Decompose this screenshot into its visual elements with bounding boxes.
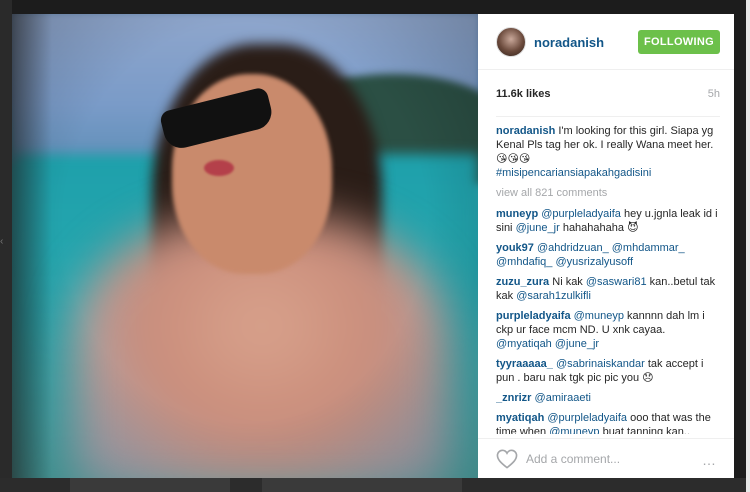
comment-text: hahahahaha [559, 222, 628, 234]
comment-username[interactable]: myatiqah [496, 412, 544, 424]
background-thumbnail [262, 478, 462, 492]
comment-item: youk97 @ahdridzuan_ @mhdammar_ @mhdafiq_… [496, 241, 722, 269]
post-meta: 11.6k likes 5h [496, 88, 720, 104]
comment-username[interactable]: youk97 [496, 242, 534, 254]
divider [496, 116, 720, 117]
overlay-backdrop-bottom [0, 478, 750, 492]
comment-mention[interactable]: @saswari81 [586, 276, 647, 288]
photo-edge-shadow [12, 14, 52, 478]
comment-item: purpleladyaifa @muneyp kannnn dah lm i c… [496, 309, 722, 351]
add-comment-input[interactable] [526, 449, 686, 469]
comment-username[interactable]: tyyraaaaa_ [496, 358, 553, 370]
comment-mention[interactable]: @sabrinaiskandar [556, 358, 645, 370]
comment-mention[interactable]: @purpleladyaifa [547, 412, 627, 424]
comment-text: buat tanning kan.. [599, 426, 691, 434]
comment-mention[interactable]: @sarah1zulkifli [516, 290, 591, 302]
background-thumbnail [70, 478, 230, 492]
ellipsis-icon[interactable]: … [702, 453, 717, 467]
post-author-username[interactable]: noradanish [534, 35, 604, 50]
comment-item: myatiqah @purpleladyaifa ooo that was th… [496, 411, 722, 434]
comment-mention[interactable]: @mhdafiq_ [496, 256, 552, 268]
comment-item: tyyraaaaa_ @sabrinaiskandar tak accept i… [496, 357, 722, 385]
comment-mention[interactable]: @june_jr [516, 222, 560, 234]
overlay-backdrop-right [746, 0, 750, 492]
comment-mention[interactable]: @purpleladyaifa [541, 208, 621, 220]
post-photo[interactable] [12, 14, 478, 478]
comment-username[interactable]: _znrizr [496, 392, 531, 404]
comment-mention[interactable]: @june_jr [555, 338, 599, 350]
view-all-comments-link[interactable]: view all 821 comments [496, 186, 722, 200]
comment-username[interactable]: purpleladyaifa [496, 310, 571, 322]
caption: noradanish I'm looking for this girl. Si… [496, 124, 722, 180]
photo-vignette [12, 14, 478, 478]
comment-mention[interactable]: @muneyp [549, 426, 599, 434]
post-header: noradanish FOLLOWING [478, 14, 734, 70]
post-footer: … [478, 438, 734, 478]
comments-list: noradanish I'm looking for this girl. Si… [496, 124, 722, 434]
comment-item: muneyp @purpleladyaifa hey u.jgnla leak … [496, 207, 722, 235]
comment-mention[interactable]: @mhdammar_ [612, 242, 685, 254]
comment-item: _znrizr @amiraaeti [496, 391, 722, 405]
comment-username[interactable]: muneyp [496, 208, 538, 220]
post-side-panel: noradanish FOLLOWING 11.6k likes 5h nora… [478, 14, 734, 478]
caption-hashtag[interactable]: #misipencariansiapakahgadisini [496, 167, 651, 179]
heart-outline-icon[interactable] [496, 449, 518, 469]
comment-item: zuzu_zura Ni kak @saswari81 kan..betul t… [496, 275, 722, 303]
avatar[interactable] [496, 27, 526, 57]
post-time[interactable]: 5h [708, 88, 720, 100]
caption-username[interactable]: noradanish [496, 125, 555, 137]
likes-count[interactable]: 11.6k likes [496, 88, 550, 100]
following-button[interactable]: FOLLOWING [638, 30, 720, 54]
comment-text: Ni kak [549, 276, 586, 288]
caption-emoji: 😘😘😘 [496, 152, 531, 165]
comment-mention[interactable]: @amiraaeti [535, 392, 591, 404]
comment-mention[interactable]: @yusrizalyusoff [555, 256, 633, 268]
comment-emoji: 😈 [627, 221, 639, 234]
comment-mention[interactable]: @myatiqah [496, 338, 552, 350]
comment-mention[interactable]: @ahdridzuan_ [537, 242, 609, 254]
previous-arrow-icon[interactable]: ‹ [0, 236, 6, 248]
comment-username[interactable]: zuzu_zura [496, 276, 549, 288]
comment-mention[interactable]: @muneyp [574, 310, 624, 322]
comment-emoji: 😞 [642, 371, 654, 384]
